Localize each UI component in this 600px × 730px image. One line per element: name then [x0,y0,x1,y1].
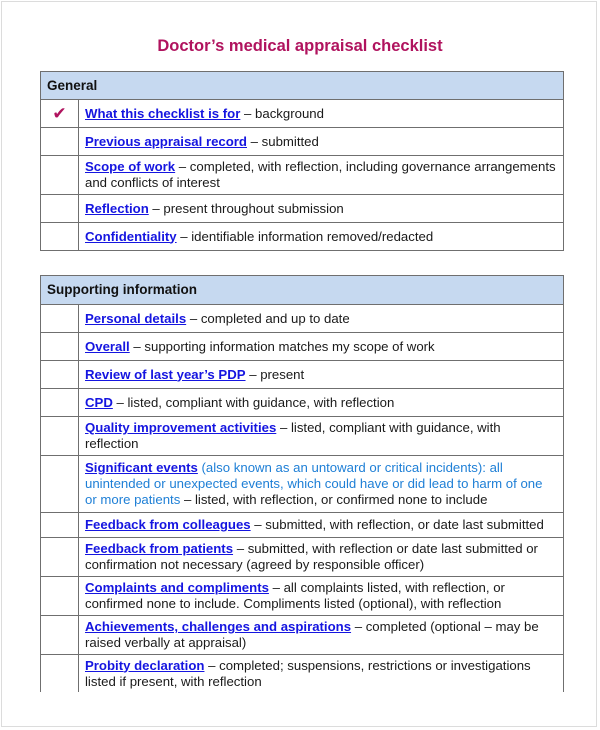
item-description: – listed, with reflection, or confirmed … [180,492,488,507]
checkbox-cell[interactable] [40,576,79,616]
checkbox-cell[interactable] [40,155,79,195]
supporting-information-checklist-table: Supporting information Personal details … [40,275,564,692]
checklist-row: Confidentiality – identifiable informati… [40,222,564,251]
item-link-quality-improvement-activities[interactable]: Quality improvement activities [85,420,276,435]
document-title: Doctor’s medical appraisal checklist [157,37,443,55]
section-header-row: Supporting information [40,275,564,305]
checkbox-cell[interactable] [40,304,79,333]
checklist-row: Feedback from colleagues – submitted, wi… [40,512,564,538]
checkmark-icon: ✔ [52,103,67,123]
item-description: – supporting information matches my scop… [129,338,435,354]
checkbox-cell[interactable] [40,222,79,251]
item-link-cpd[interactable]: CPD [85,395,113,410]
item-description: – background [240,105,324,121]
item-link-achievements-challenges-aspirations[interactable]: Achievements, challenges and aspirations [85,619,351,634]
item-link-personal-details[interactable]: Personal details [85,311,186,326]
checklist-row: Previous appraisal record – submitted [40,127,564,156]
checklist-row: Significant events (also known as an unt… [40,455,564,513]
section-heading-general: General [40,71,564,100]
checkbox-cell[interactable] [40,455,79,513]
checklist-row: CPD – listed, compliant with guidance, w… [40,388,564,417]
item-link-feedback-from-colleagues[interactable]: Feedback from colleagues [85,517,251,532]
checklist-row: Feedback from patients – submitted, with… [40,537,564,577]
checklist-row: Overall – supporting information matches… [40,332,564,361]
checklist-row: ✔ What this checklist is for – backgroun… [40,99,564,128]
item-description: – submitted [247,133,319,149]
item-link-complaints-and-compliments[interactable]: Complaints and compliments [85,580,269,595]
checkbox-cell[interactable]: ✔ [40,99,79,128]
item-description: – present throughout submission [148,200,344,216]
checkbox-cell[interactable] [40,332,79,361]
section-header-row: General [40,71,564,100]
item-link-review-of-last-years-pdp[interactable]: Review of last year’s PDP [85,367,246,382]
checklist-row: Personal details – completed and up to d… [40,304,564,333]
checklist-row: Scope of work – completed, with reflecti… [40,155,564,195]
section-heading-supporting-information: Supporting information [40,275,564,305]
item-link-what-this-checklist-is-for[interactable]: What this checklist is for [85,106,240,121]
item-link-feedback-from-patients[interactable]: Feedback from patients [85,541,233,556]
item-description: – listed, compliant with guidance, with … [112,394,395,410]
checkbox-cell[interactable] [40,416,79,456]
checklist-row: Reflection – present throughout submissi… [40,194,564,223]
checkbox-cell[interactable] [40,615,79,655]
checkbox-cell[interactable] [40,654,79,692]
item-link-reflection[interactable]: Reflection [85,201,149,216]
item-description: – identifiable information removed/redac… [176,228,434,244]
item-link-scope-of-work[interactable]: Scope of work [85,159,175,174]
item-link-probity-declaration[interactable]: Probity declaration [85,658,204,673]
general-checklist-table: General ✔ What this checklist is for – b… [40,71,564,251]
item-description: – present [245,366,305,382]
checklist-row: Review of last year’s PDP – present [40,360,564,389]
checkbox-cell[interactable] [40,388,79,417]
checkbox-cell[interactable] [40,127,79,156]
checklist-row: Complaints and compliments – all complai… [40,576,564,616]
item-description: – completed and up to date [186,310,350,326]
checkbox-cell[interactable] [40,537,79,577]
item-link-overall[interactable]: Overall [85,339,130,354]
item-description: – submitted, with reflection, or date la… [250,517,544,532]
item-link-confidentiality[interactable]: Confidentiality [85,229,177,244]
item-link-previous-appraisal-record[interactable]: Previous appraisal record [85,134,247,149]
checkbox-cell[interactable] [40,360,79,389]
checkbox-cell[interactable] [40,512,79,538]
checklist-row: Achievements, challenges and aspirations… [40,615,564,655]
checklist-row: Quality improvement activities – listed,… [40,416,564,456]
checkbox-cell[interactable] [40,194,79,223]
checklist-row: Probity declaration – completed; suspens… [40,654,564,692]
item-link-significant-events[interactable]: Significant events [85,460,198,475]
